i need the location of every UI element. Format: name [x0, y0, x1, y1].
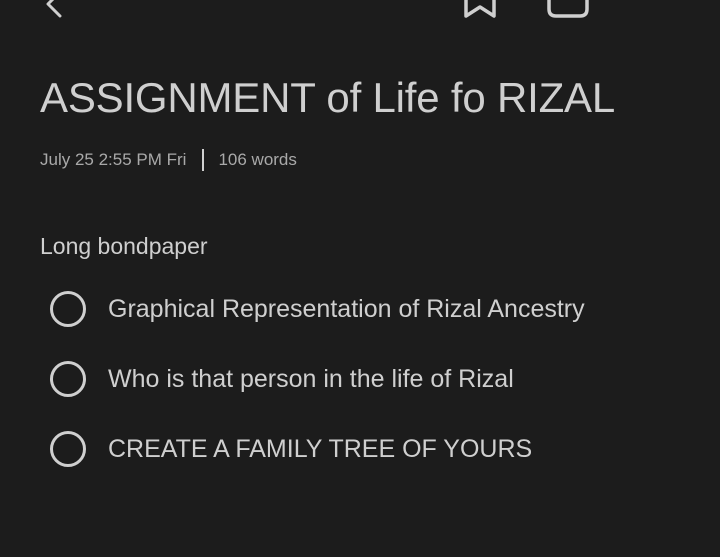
page-icon[interactable]	[544, 0, 592, 22]
checkbox-circle-icon[interactable]	[50, 431, 86, 467]
note-paragraph[interactable]: Long bondpaper	[40, 233, 208, 260]
checkbox-circle-icon[interactable]	[50, 361, 86, 397]
word-count: 106 words	[218, 150, 297, 169]
checklist-item[interactable]: CREATE A FAMILY TREE OF YOURS	[50, 429, 532, 469]
bookmark-icon[interactable]	[460, 0, 500, 22]
checklist-item-label: Graphical Representation of Rizal Ancest…	[108, 294, 585, 323]
back-arrow-icon[interactable]	[38, 0, 70, 20]
top-toolbar	[0, 0, 720, 40]
checklist-item[interactable]: Who is that person in the life of Rizal	[50, 359, 514, 399]
checkbox-circle-icon[interactable]	[50, 291, 86, 327]
more-icon[interactable]	[630, 0, 678, 22]
checklist-item[interactable]: Graphical Representation of Rizal Ancest…	[50, 289, 585, 329]
note-meta: July 25 2:55 PM Fri 106 words	[40, 149, 297, 171]
note-date: July 25 2:55 PM Fri	[40, 150, 187, 169]
checklist-item-label: CREATE A FAMILY TREE OF YOURS	[108, 434, 533, 463]
meta-divider	[202, 149, 205, 171]
note-title[interactable]: ASSIGNMENT of Life fo RIZAL	[40, 74, 615, 122]
checklist-item-label: Who is that person in the life of Rizal	[108, 364, 514, 393]
